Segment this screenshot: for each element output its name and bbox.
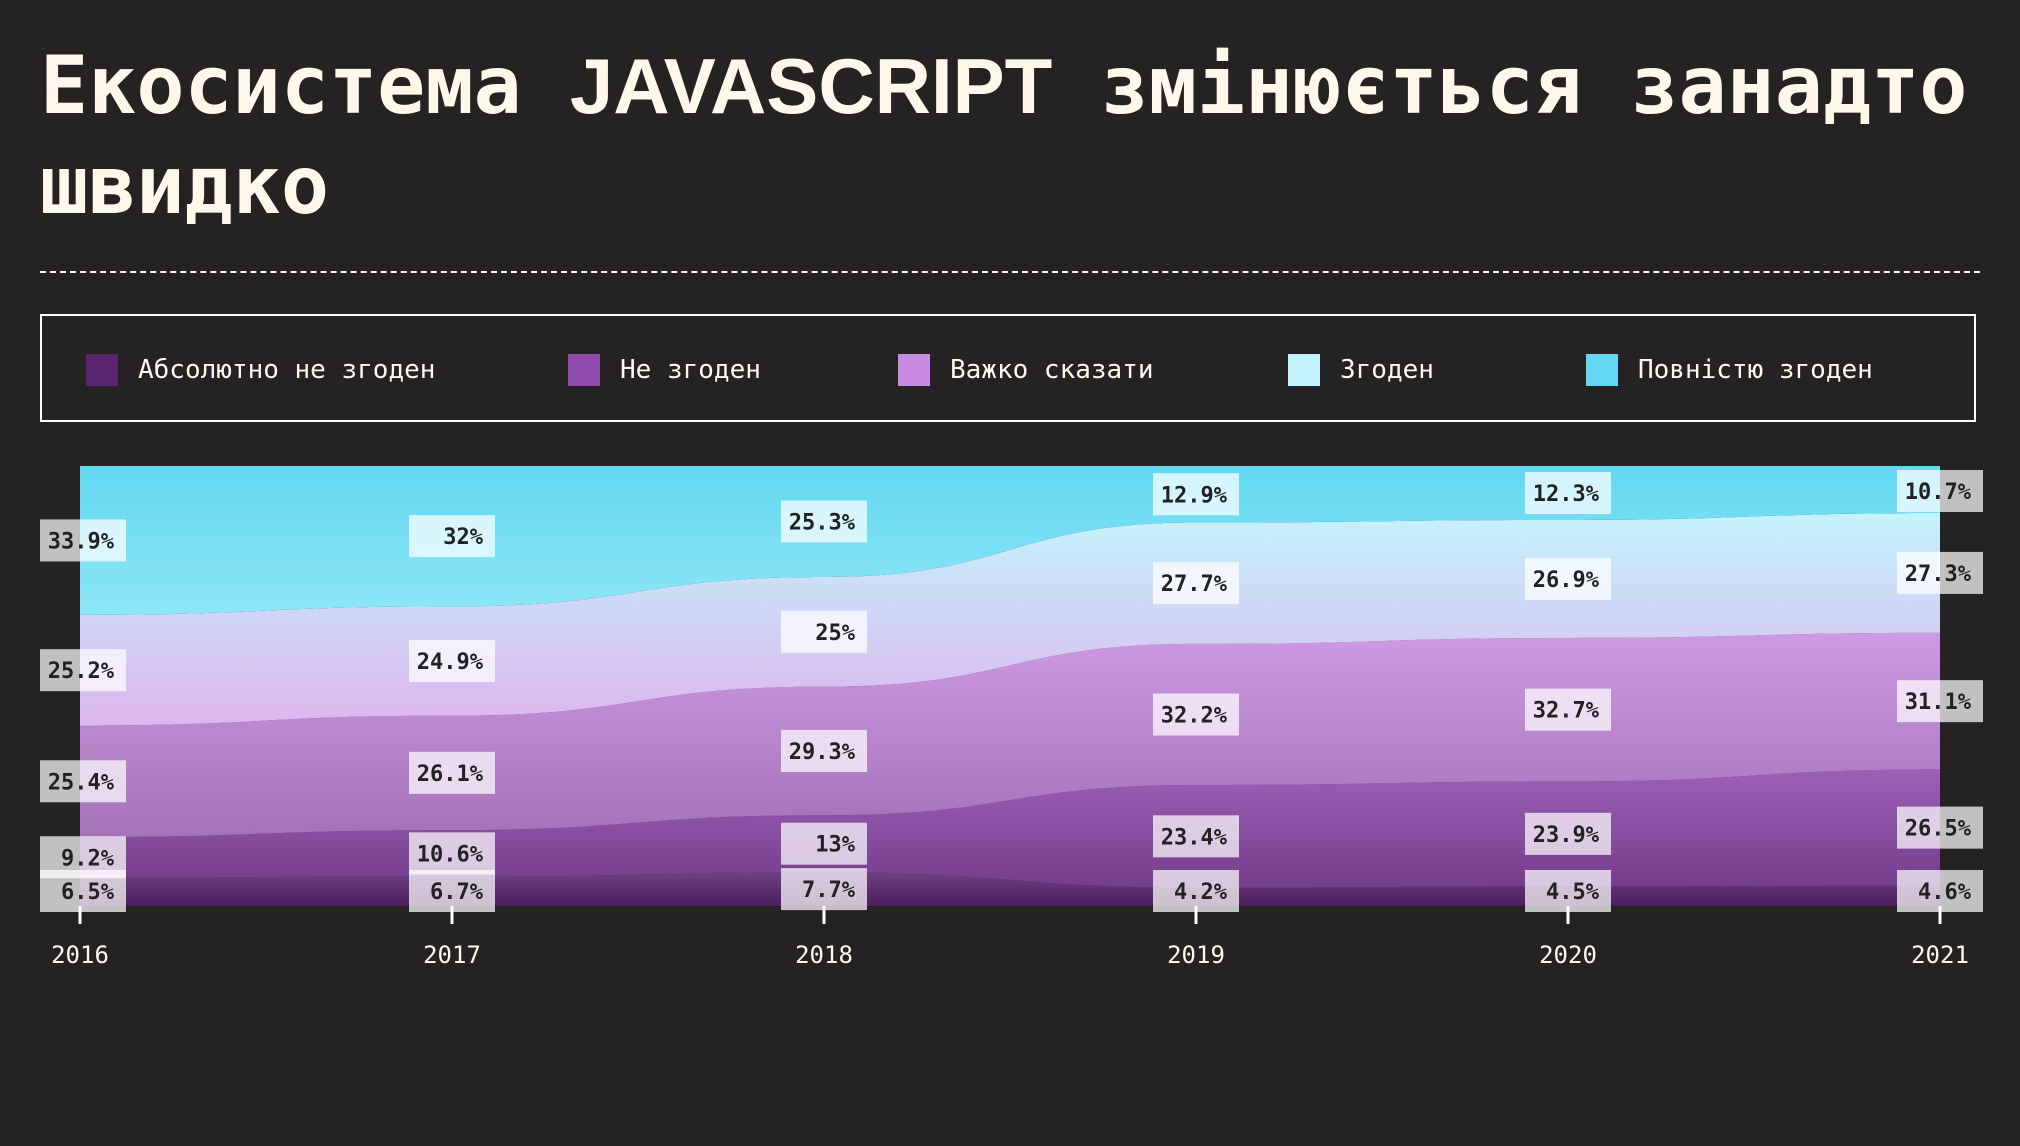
x-tick-label: 2021 [1911, 941, 1969, 969]
x-tick-label: 2019 [1167, 941, 1225, 969]
data-label-text: 6.5% [61, 880, 115, 905]
data-label-text: 13% [815, 833, 855, 858]
data-label-text: 25.3% [789, 510, 856, 535]
data-label-text: 24.9% [417, 650, 484, 675]
data-label: 31.1% [1897, 680, 1983, 723]
data-label: 9.2% [40, 836, 126, 879]
data-label-text: 7.7% [802, 878, 856, 903]
x-tick-label: 2018 [795, 941, 853, 969]
data-label: 25.4% [40, 760, 126, 803]
data-label: 27.3% [1897, 551, 1983, 594]
data-label: 24.9% [409, 639, 495, 682]
data-label-text: 32.7% [1533, 699, 1600, 724]
data-label-text: 25% [815, 621, 855, 646]
data-label-text: 27.3% [1905, 562, 1972, 587]
data-label-text: 12.9% [1161, 483, 1228, 508]
x-tick-label: 2017 [423, 941, 481, 969]
data-label: 32% [409, 515, 495, 558]
data-label-text: 33.9% [48, 529, 115, 554]
data-label-text: 10.6% [417, 842, 484, 867]
data-label-text: 9.2% [61, 846, 115, 871]
data-label: 4.6% [1897, 870, 1983, 912]
data-label: 27.7% [1153, 562, 1239, 605]
data-label: 25.3% [781, 500, 867, 543]
data-label: 32.7% [1525, 688, 1611, 731]
data-label-text: 32% [443, 525, 483, 550]
data-label-text: 23.9% [1533, 823, 1600, 848]
data-label-text: 23.4% [1161, 825, 1228, 850]
x-tick-label: 2016 [51, 941, 109, 969]
data-label-text: 26.1% [417, 762, 484, 787]
data-label: 32.2% [1153, 693, 1239, 736]
data-label: 6.7% [409, 870, 495, 912]
data-label-text: 27.7% [1161, 572, 1228, 597]
data-label-text: 29.3% [789, 740, 856, 765]
data-label-text: 4.6% [1918, 880, 1972, 905]
data-label-text: 31.1% [1905, 690, 1972, 715]
data-label-text: 25.4% [48, 770, 115, 795]
data-label-text: 10.7% [1905, 480, 1972, 505]
data-label: 29.3% [781, 729, 867, 772]
data-label-text: 4.2% [1174, 880, 1228, 905]
data-label-text: 4.5% [1546, 880, 1600, 905]
data-label: 23.4% [1153, 815, 1239, 858]
data-label: 7.7% [781, 868, 867, 911]
data-label: 26.9% [1525, 557, 1611, 600]
data-label-text: 25.2% [48, 659, 115, 684]
data-label-text: 26.5% [1905, 817, 1972, 842]
data-label: 26.5% [1897, 806, 1983, 849]
data-label-text: 26.9% [1533, 568, 1600, 593]
data-label-text: 32.2% [1161, 703, 1228, 728]
data-label: 12.9% [1153, 473, 1239, 516]
data-label-text: 6.7% [430, 880, 484, 905]
data-label: 13% [781, 822, 867, 865]
data-label: 23.9% [1525, 812, 1611, 855]
data-label: 4.5% [1525, 870, 1611, 912]
data-label: 10.6% [409, 832, 495, 875]
x-tick-label: 2020 [1539, 941, 1597, 969]
data-label: 26.1% [409, 751, 495, 794]
stacked-area-chart: 6.5% 6.7% 7.7% 4.2% 4.5% 4.6% 9.2% 10.6% 13% 23.4… [40, 466, 1983, 969]
data-label: 25% [781, 610, 867, 653]
data-label: 4.2% [1153, 870, 1239, 912]
data-label-text: 12.3% [1533, 482, 1600, 507]
data-label: 10.7% [1897, 470, 1983, 512]
data-label: 25.2% [40, 649, 126, 692]
data-label: 33.9% [40, 519, 126, 562]
data-label: 12.3% [1525, 471, 1611, 514]
